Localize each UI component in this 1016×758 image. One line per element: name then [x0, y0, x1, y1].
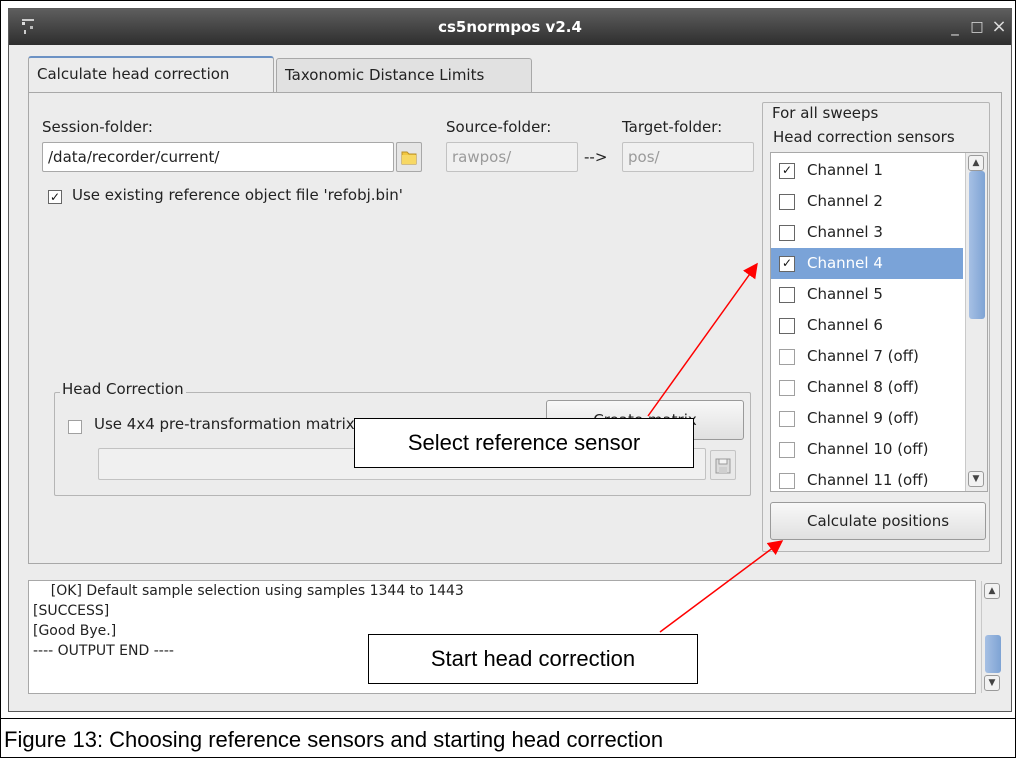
channel-label: Channel 3 — [807, 223, 883, 241]
pretransform-checkbox-label: Use 4x4 pre-transformation matrix — [94, 415, 355, 433]
channel-label: Channel 4 — [807, 254, 883, 272]
scroll-up-icon[interactable]: ▲ — [968, 155, 984, 171]
list-item-channel-4[interactable]: ✓ Channel 4 — [771, 248, 963, 279]
list-item-channel-9[interactable]: Channel 9 (off) — [771, 403, 963, 434]
output-line: [Good Bye.] — [33, 623, 117, 639]
channel-10-checkbox[interactable] — [779, 442, 795, 458]
channel-5-checkbox[interactable] — [779, 287, 795, 303]
calculate-positions-button[interactable]: Calculate positions — [770, 502, 986, 540]
sweeps-legend: For all sweeps — [770, 104, 881, 122]
session-folder-label: Session-folder: — [42, 118, 153, 136]
folder-icon — [401, 151, 417, 165]
channel-label: Channel 10 (off) — [807, 440, 929, 458]
channel-1-checkbox[interactable]: ✓ — [779, 163, 795, 179]
refobj-checkbox[interactable]: ✓ — [48, 190, 62, 204]
channel-label: Channel 7 (off) — [807, 347, 919, 365]
session-folder-browse-button[interactable] — [396, 142, 422, 172]
sensor-list-scrollbar[interactable]: ▲ ▼ — [965, 153, 987, 491]
channel-7-checkbox[interactable] — [779, 349, 795, 365]
head-correction-legend: Head Correction — [60, 380, 186, 398]
channel-label: Channel 1 — [807, 161, 883, 179]
list-item-channel-3[interactable]: Channel 3 — [771, 217, 963, 248]
output-line: ---- OUTPUT END ---- — [33, 643, 174, 659]
channel-label: Channel 5 — [807, 285, 883, 303]
minimize-icon[interactable]: _ — [945, 17, 965, 37]
figure-divider — [0, 718, 1016, 719]
output-scrollbar[interactable]: ▲ ▼ — [981, 581, 1003, 693]
channel-11-checkbox[interactable] — [779, 473, 795, 489]
list-item-channel-11[interactable]: Channel 11 (off) — [771, 465, 963, 491]
source-folder-input[interactable]: rawpos/ — [446, 142, 578, 172]
list-item-channel-6[interactable]: Channel 6 — [771, 310, 963, 341]
channel-label: Channel 2 — [807, 192, 883, 210]
channel-2-checkbox[interactable] — [779, 194, 795, 210]
close-icon[interactable]: × — [989, 17, 1009, 37]
list-item-channel-1[interactable]: ✓ Channel 1 — [771, 155, 963, 186]
target-folder-input[interactable]: pos/ — [622, 142, 754, 172]
scrollbar-thumb[interactable] — [985, 635, 1001, 673]
title-bar[interactable]: cs5normpos v2.4 _ □ × — [9, 9, 1011, 45]
pretransform-checkbox[interactable] — [68, 420, 82, 434]
tab-calculate-head-correction[interactable]: Calculate head correction — [28, 56, 274, 92]
head-correction-sensors-label: Head correction sensors — [773, 128, 955, 146]
scroll-down-icon[interactable]: ▼ — [984, 675, 1000, 691]
callout-start-head-correction: Start head correction — [368, 634, 698, 684]
check-icon: ✓ — [49, 190, 61, 204]
folder-arrow-label: --> — [584, 148, 608, 166]
list-item-channel-5[interactable]: Channel 5 — [771, 279, 963, 310]
callout-select-reference-sensor: Select reference sensor — [354, 418, 694, 468]
list-item-channel-8[interactable]: Channel 8 (off) — [771, 372, 963, 403]
sensor-list[interactable]: ✓ Channel 1 Channel 2 Channel 3 ✓ Channel … — [770, 152, 988, 492]
scrollbar-thumb[interactable] — [969, 171, 985, 319]
channel-4-checkbox[interactable]: ✓ — [779, 256, 795, 272]
save-file-icon — [715, 458, 731, 474]
channel-label: Channel 11 (off) — [807, 471, 929, 489]
tab-taxonomic-distance-limits[interactable]: Taxonomic Distance Limits — [276, 58, 532, 92]
list-item-channel-2[interactable]: Channel 2 — [771, 186, 963, 217]
channel-label: Channel 6 — [807, 316, 883, 334]
channel-6-checkbox[interactable] — [779, 318, 795, 334]
window-title: cs5normpos v2.4 — [438, 18, 582, 36]
channel-label: Channel 8 (off) — [807, 378, 919, 396]
list-item-channel-10[interactable]: Channel 10 (off) — [771, 434, 963, 465]
channel-8-checkbox[interactable] — [779, 380, 795, 396]
output-line: [SUCCESS] — [33, 603, 110, 619]
channel-label: Channel 9 (off) — [807, 409, 919, 427]
maximize-icon[interactable]: □ — [967, 17, 987, 37]
source-folder-label: Source-folder: — [446, 118, 552, 136]
session-folder-input[interactable]: /data/recorder/current/ — [42, 142, 394, 172]
list-item-channel-7[interactable]: Channel 7 (off) — [771, 341, 963, 372]
scroll-up-icon[interactable]: ▲ — [984, 583, 1000, 599]
channel-9-checkbox[interactable] — [779, 411, 795, 427]
refobj-checkbox-label: Use existing reference object file 'refo… — [72, 186, 403, 204]
matrix-file-button[interactable] — [710, 450, 736, 480]
app-icon[interactable] — [21, 19, 35, 35]
channel-3-checkbox[interactable] — [779, 225, 795, 241]
figure-caption: Figure 13: Choosing reference sensors an… — [4, 727, 664, 752]
target-folder-label: Target-folder: — [622, 118, 723, 136]
output-line: [OK] Default sample selection using samp… — [33, 583, 464, 599]
scroll-down-icon[interactable]: ▼ — [968, 471, 984, 487]
